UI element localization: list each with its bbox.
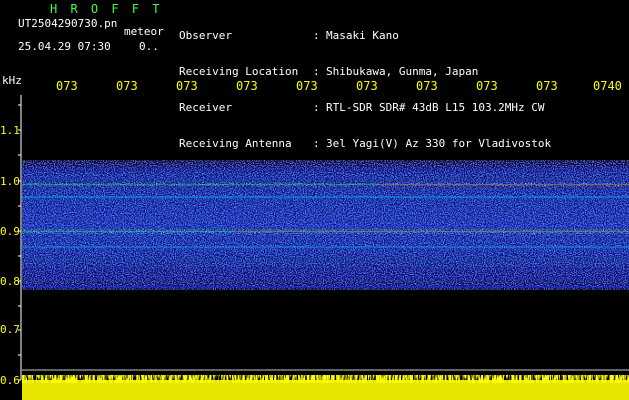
colon: : bbox=[313, 29, 320, 42]
colon: : bbox=[313, 65, 320, 78]
observer-value: Masaki Kano bbox=[326, 29, 399, 42]
x-tick-0735: 073 bbox=[296, 79, 318, 93]
location-label: Receiving Location bbox=[179, 65, 299, 78]
x-tick-0736: 073 bbox=[356, 79, 378, 93]
filename-label: UT2504290730.pn bbox=[18, 17, 118, 30]
signal-level-fringe bbox=[22, 375, 629, 383]
x-tick-0733: 073 bbox=[176, 79, 198, 93]
app-title: H R O F F T bbox=[50, 2, 163, 16]
x-tick-0740: 0740 bbox=[593, 79, 622, 93]
datetime-label: 25.04.29 07:30 bbox=[18, 40, 111, 53]
spectrogram bbox=[18, 95, 629, 400]
x-tick-0734: 073 bbox=[236, 79, 258, 93]
y-axis-unit: kHz bbox=[2, 74, 22, 87]
x-tick-0738: 073 bbox=[476, 79, 498, 93]
meteor-count: 0.. bbox=[139, 40, 159, 53]
location-value: Shibukawa, Gunma, Japan bbox=[326, 65, 479, 78]
x-tick-0732: 073 bbox=[116, 79, 138, 93]
noise-speckle-cyan bbox=[22, 172, 629, 267]
x-tick-0739: 073 bbox=[536, 79, 558, 93]
observer-label: Observer bbox=[179, 29, 232, 42]
meteor-label: meteor bbox=[124, 25, 164, 38]
x-tick-0737: 073 bbox=[416, 79, 438, 93]
x-tick-0731: 073 bbox=[56, 79, 78, 93]
